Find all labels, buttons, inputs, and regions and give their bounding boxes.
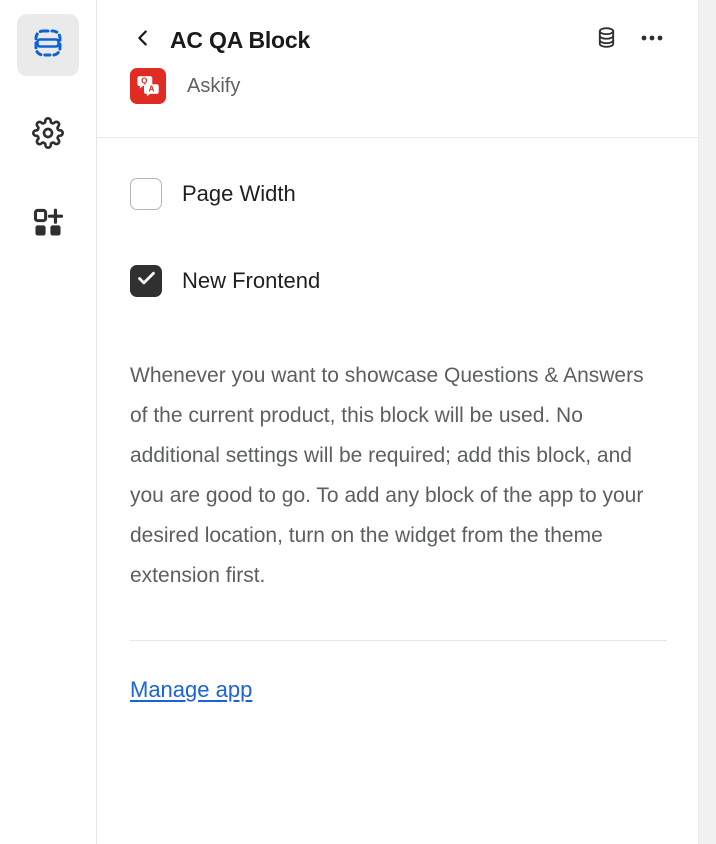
back-button[interactable] bbox=[130, 27, 156, 53]
settings-panel: AC QA Block Q A Askify Page Width New Fr… bbox=[97, 0, 716, 844]
panel-header: AC QA Block Q A Askify bbox=[97, 0, 698, 138]
app-icon: Q A bbox=[130, 68, 166, 104]
checkbox-page-width[interactable] bbox=[130, 178, 162, 210]
panel-header-actions bbox=[593, 27, 665, 53]
app-name: Askify bbox=[187, 74, 241, 97]
chevron-left-icon bbox=[132, 27, 154, 54]
manage-app-wrap: Manage app bbox=[130, 641, 665, 703]
panel-content: AC QA Block Q A Askify Page Width New Fr… bbox=[97, 0, 698, 844]
svg-text:Q: Q bbox=[141, 77, 148, 86]
panel-header-top-row: AC QA Block bbox=[130, 0, 665, 66]
right-gutter bbox=[698, 0, 716, 844]
block-description: Whenever you want to showcase Questions … bbox=[130, 364, 644, 587]
panel-body: Page Width New Frontend Whenever you wan… bbox=[97, 138, 698, 703]
rail-item-settings[interactable] bbox=[17, 104, 79, 166]
panel-header-app-row: Q A Askify bbox=[130, 66, 665, 104]
settings-icon bbox=[32, 116, 64, 154]
app-root: AC QA Block Q A Askify Page Width New Fr… bbox=[0, 0, 716, 844]
checkbox-label-new-frontend: New Frontend bbox=[182, 268, 321, 293]
more-menu-icon bbox=[639, 25, 665, 56]
checkbox-new-frontend[interactable] bbox=[130, 265, 162, 297]
add-blocks-icon bbox=[32, 207, 64, 244]
page-title: AC QA Block bbox=[170, 26, 311, 53]
rail-item-add-blocks[interactable] bbox=[17, 194, 79, 256]
database-icon bbox=[595, 26, 618, 54]
manage-app-link[interactable]: Manage app bbox=[130, 677, 252, 702]
checkbox-row-new-frontend[interactable]: New Frontend bbox=[130, 265, 665, 297]
rail-item-sections[interactable] bbox=[17, 14, 79, 76]
checkbox-row-page-width[interactable]: Page Width bbox=[130, 178, 665, 210]
sections-icon bbox=[31, 26, 65, 65]
more-actions-button[interactable] bbox=[639, 27, 665, 53]
checkbox-label-page-width: Page Width bbox=[182, 181, 296, 206]
left-icon-rail bbox=[0, 0, 97, 844]
svg-text:A: A bbox=[149, 85, 155, 94]
checkmark-icon bbox=[136, 268, 157, 294]
metafields-button[interactable] bbox=[593, 27, 619, 53]
